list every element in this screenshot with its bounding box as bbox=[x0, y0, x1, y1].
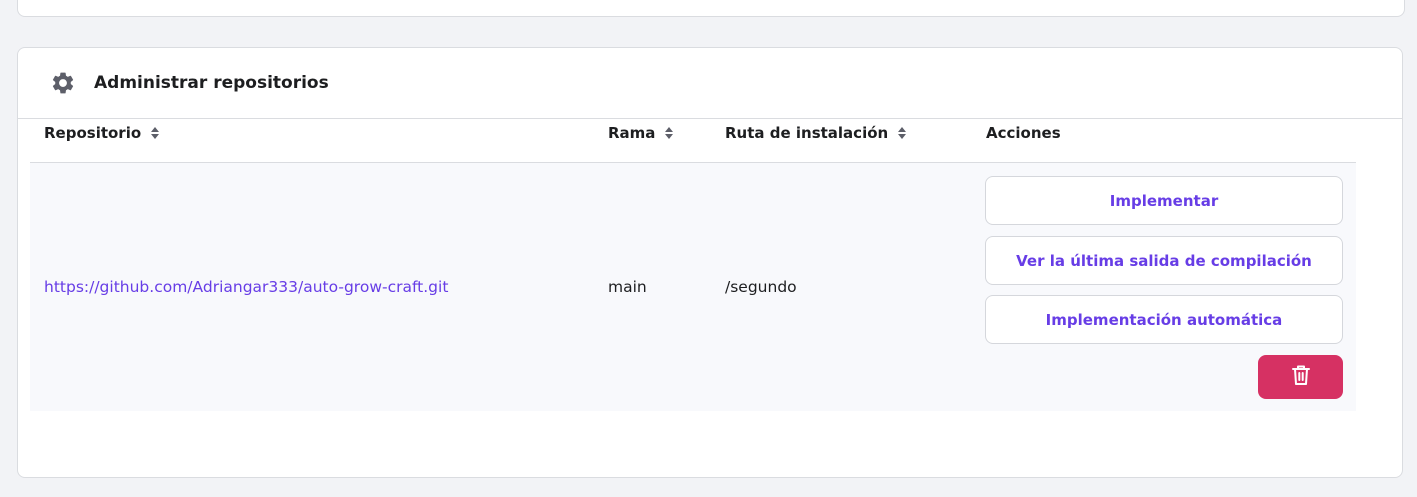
column-header-label: Rama bbox=[608, 124, 656, 142]
column-header-install-path[interactable]: Ruta de instalación bbox=[725, 124, 907, 142]
section-title: Administrar repositorios bbox=[94, 73, 329, 93]
repository-cell: https://github.com/Adriangar333/auto-gro… bbox=[44, 278, 448, 296]
repositories-table: Repositorio Rama Ruta de instalación Acc… bbox=[30, 110, 1356, 411]
trash-icon bbox=[1291, 364, 1311, 390]
view-build-output-button[interactable]: Ver la última salida de compilación bbox=[985, 236, 1343, 285]
auto-deploy-button[interactable]: Implementación automática bbox=[985, 295, 1343, 344]
column-header-repository[interactable]: Repositorio bbox=[44, 124, 160, 142]
column-header-label: Acciones bbox=[986, 124, 1061, 142]
repository-link[interactable]: https://github.com/Adriangar333/auto-gro… bbox=[44, 278, 448, 296]
table-row: https://github.com/Adriangar333/auto-gro… bbox=[30, 163, 1356, 411]
column-header-label: Repositorio bbox=[44, 124, 142, 142]
previous-card bbox=[17, 0, 1405, 17]
card-header: Administrar repositorios bbox=[18, 48, 1402, 119]
sort-icon[interactable] bbox=[897, 126, 907, 140]
gear-icon bbox=[50, 70, 76, 96]
column-header-branch[interactable]: Rama bbox=[608, 124, 674, 142]
sort-icon[interactable] bbox=[150, 126, 160, 140]
branch-cell: main bbox=[608, 278, 647, 296]
install-path-cell: /segundo bbox=[725, 278, 797, 296]
table-header: Repositorio Rama Ruta de instalación Acc… bbox=[30, 110, 1356, 163]
sort-icon[interactable] bbox=[664, 126, 674, 140]
column-header-actions: Acciones bbox=[986, 124, 1061, 142]
deploy-button[interactable]: Implementar bbox=[985, 176, 1343, 225]
column-header-label: Ruta de instalación bbox=[725, 124, 889, 142]
delete-button[interactable] bbox=[1258, 355, 1343, 399]
